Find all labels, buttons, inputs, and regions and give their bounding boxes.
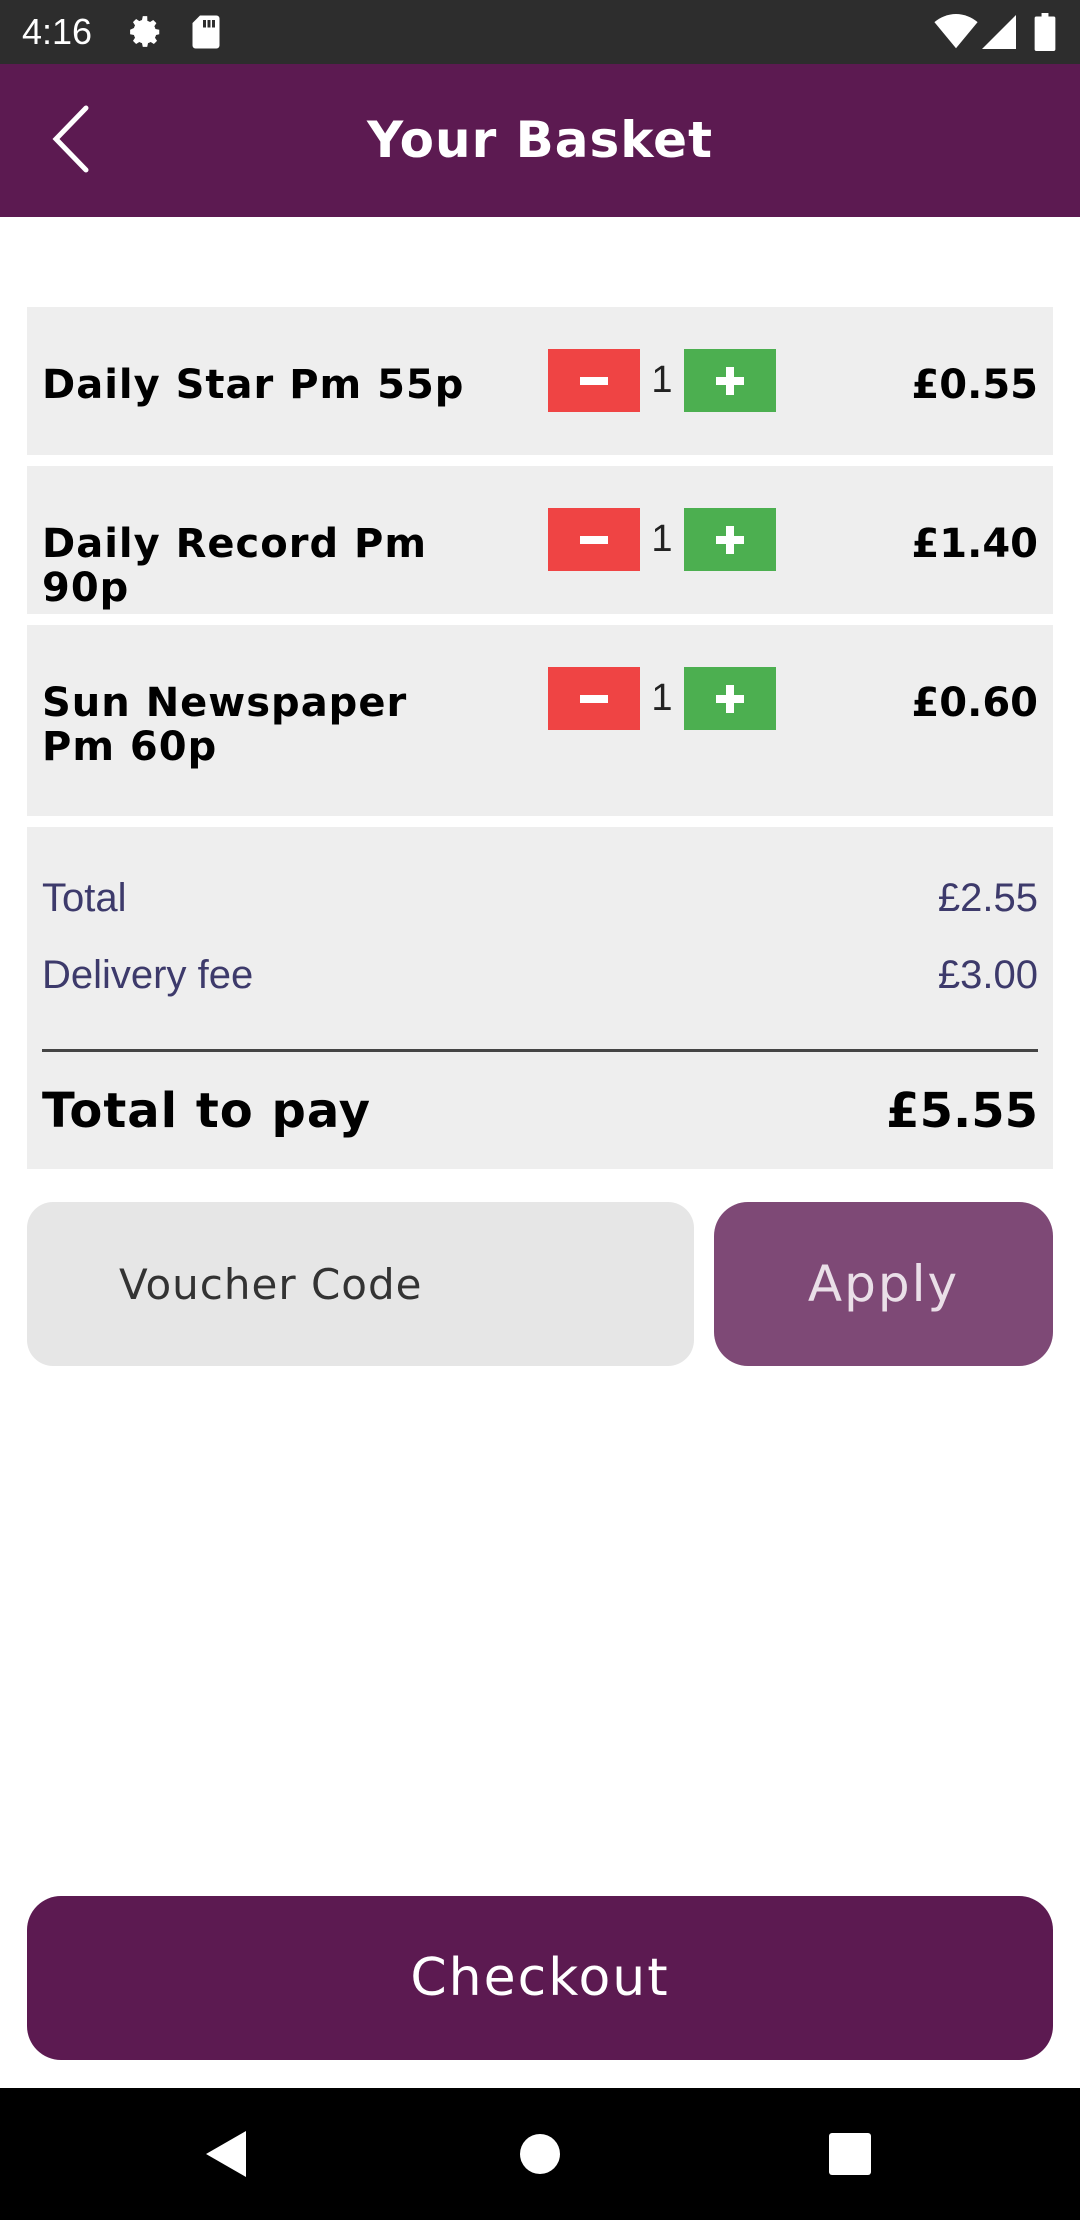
nav-back-button[interactable] <box>160 2088 292 2220</box>
nav-home-button[interactable] <box>474 2088 606 2220</box>
item-name: Sun Newspaper Pm 60p <box>42 680 408 770</box>
minus-icon <box>580 376 608 385</box>
increase-quantity-button[interactable] <box>684 667 776 730</box>
total-to-pay-value: £5.55 <box>886 1083 1038 1139</box>
order-summary: Total £2.55 Delivery fee £3.00 Total to … <box>27 827 1053 1169</box>
item-name: Daily Star Pm 55p <box>42 362 465 408</box>
plus-icon <box>716 366 744 395</box>
basket-item: Sun Newspaper Pm 60p 1 £0.60 <box>27 625 1053 816</box>
sd-card-icon <box>190 0 222 64</box>
status-time: 4:16 <box>22 11 93 52</box>
total-value: £2.55 <box>937 876 1038 920</box>
battery-icon <box>1034 0 1056 64</box>
system-nav-bar <box>0 2088 1080 2220</box>
delivery-fee-label: Delivery fee <box>42 953 254 997</box>
checkout-button[interactable]: Checkout <box>27 1896 1053 2060</box>
gear-icon <box>126 0 164 64</box>
home-circle-icon <box>520 2134 560 2174</box>
minus-icon <box>580 694 608 703</box>
back-triangle-icon <box>206 2131 246 2177</box>
nav-recents-button[interactable] <box>784 2088 916 2220</box>
minus-icon <box>580 535 608 544</box>
decrease-quantity-button[interactable] <box>548 349 640 412</box>
basket-item: Daily Star Pm 55p 1 £0.55 <box>27 307 1053 455</box>
item-price: £1.40 <box>911 521 1038 567</box>
delivery-fee-value: £3.00 <box>937 953 1038 997</box>
increase-quantity-button[interactable] <box>684 349 776 412</box>
page-title: Your Basket <box>367 111 713 169</box>
plus-icon <box>716 684 744 713</box>
total-label: Total <box>42 876 127 920</box>
increase-quantity-button[interactable] <box>684 508 776 571</box>
item-name: Daily Record Pm 90p <box>42 521 428 611</box>
apply-voucher-button[interactable]: Apply <box>714 1202 1053 1366</box>
cell-signal-icon <box>982 0 1016 64</box>
recents-square-icon <box>829 2133 871 2175</box>
wifi-icon <box>934 0 978 64</box>
basket-item: Daily Record Pm 90p 1 £1.40 <box>27 466 1053 614</box>
item-price: £0.60 <box>911 680 1038 726</box>
app-bar: Your Basket <box>0 64 1080 217</box>
item-quantity: 1 <box>651 677 673 719</box>
item-quantity: 1 <box>651 518 673 560</box>
item-price: £0.55 <box>911 362 1038 408</box>
plus-icon <box>716 525 744 554</box>
decrease-quantity-button[interactable] <box>548 667 640 730</box>
summary-divider <box>42 1049 1038 1052</box>
total-to-pay-label: Total to pay <box>42 1083 372 1139</box>
item-quantity: 1 <box>651 359 673 401</box>
voucher-code-input[interactable] <box>27 1202 694 1366</box>
status-bar: 4:16 <box>0 0 1080 64</box>
decrease-quantity-button[interactable] <box>548 508 640 571</box>
